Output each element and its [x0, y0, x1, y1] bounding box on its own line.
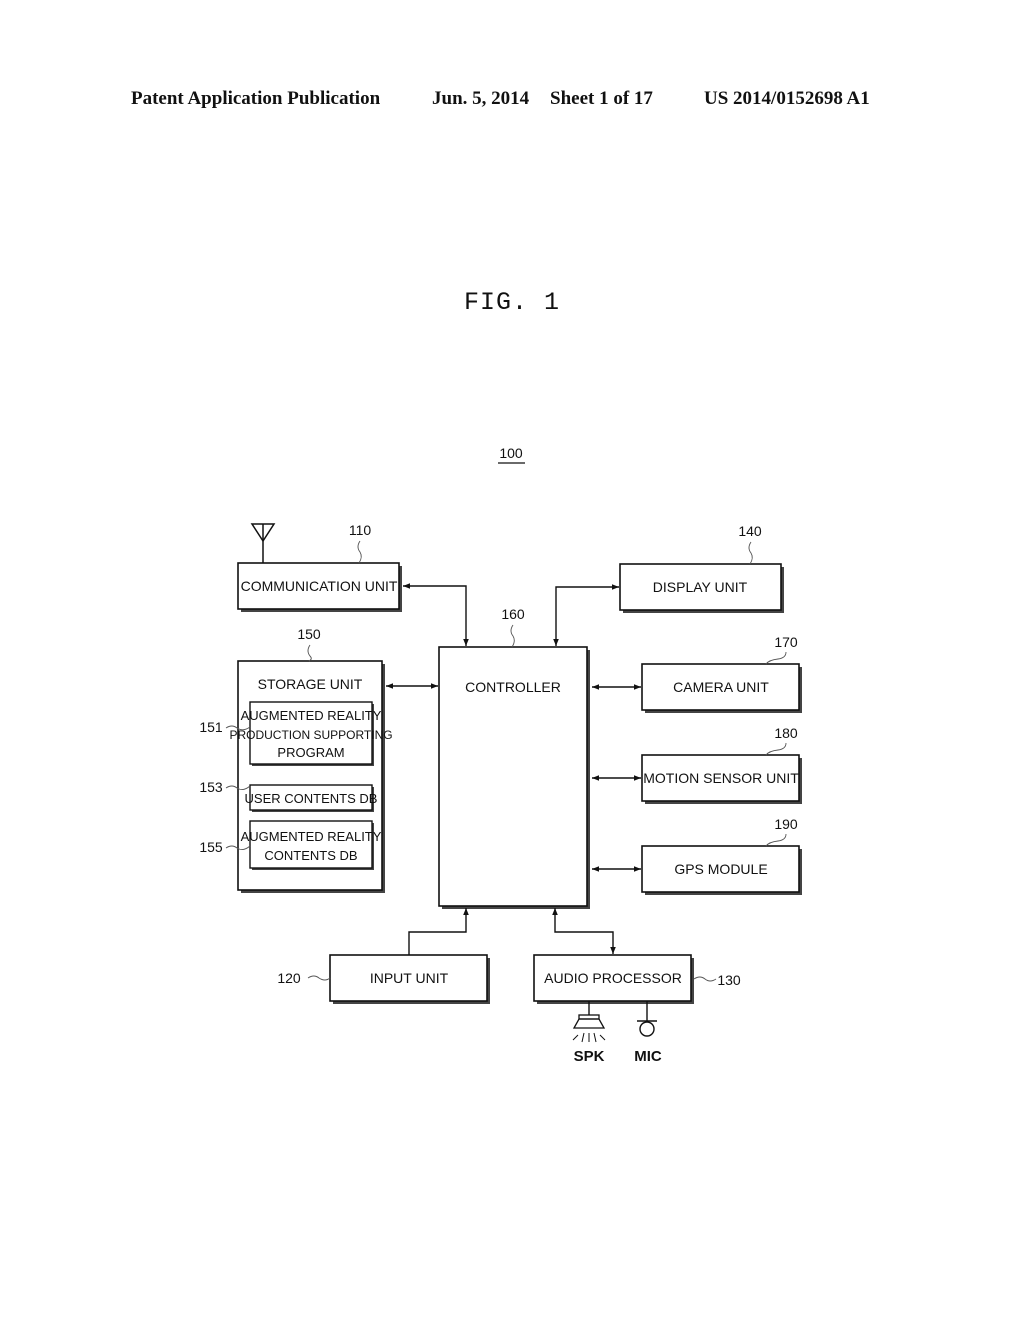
ar-contents-db-line1: AUGMENTED REALITY	[241, 829, 382, 844]
audio-processor-ref: 130	[717, 972, 741, 988]
user-contents-db-block: USER CONTENTS DB	[245, 784, 378, 812]
system-ref: 100	[499, 445, 523, 461]
leader-line	[357, 540, 362, 564]
ar-program-ref: 151	[199, 719, 223, 735]
gps-module-ref: 190	[774, 816, 798, 832]
block-diagram: 100 COMMUNICATION UNIT 110 DISPLAY UNIT …	[199, 445, 802, 1065]
user-contents-db-label: USER CONTENTS DB	[245, 791, 378, 806]
camera-unit-ref: 170	[774, 634, 798, 650]
storage-unit-label: STORAGE UNIT	[258, 676, 363, 692]
antenna-icon	[250, 523, 276, 563]
display-unit-ref: 140	[738, 523, 762, 539]
gps-module-block: GPS MODULE	[641, 845, 802, 895]
speaker-icon	[572, 1001, 606, 1043]
connector-input-controller	[408, 908, 469, 955]
ar-program-line1: AUGMENTED REALITY	[241, 708, 382, 723]
leader-line	[510, 624, 515, 648]
leader-line	[307, 975, 331, 981]
motion-sensor-unit-label: MOTION SENSOR UNIT	[643, 770, 799, 786]
user-contents-db-ref: 153	[199, 779, 223, 795]
gps-module-label: GPS MODULE	[674, 861, 767, 877]
communication-unit-ref: 110	[349, 522, 372, 538]
motion-sensor-unit-block: MOTION SENSOR UNIT	[641, 754, 802, 804]
leader-line	[765, 742, 787, 756]
display-unit-block: DISPLAY UNIT	[619, 563, 784, 613]
motion-sensor-unit-ref: 180	[774, 725, 798, 741]
ar-contents-db-block: AUGMENTED REALITY CONTENTS DB	[241, 820, 382, 870]
ar-program-line3: PROGRAM	[277, 745, 344, 760]
ar-contents-db-ref: 155	[199, 839, 223, 855]
microphone-icon	[637, 1001, 657, 1037]
connector-comm-controller	[403, 583, 469, 646]
leader-line	[748, 541, 753, 565]
microphone-label: MIC	[634, 1048, 662, 1065]
storage-unit-ref: 150	[297, 626, 321, 642]
connector-display-controller	[553, 584, 619, 646]
input-unit-label: INPUT UNIT	[370, 970, 449, 986]
camera-unit-label: CAMERA UNIT	[673, 679, 769, 695]
controller-label: CONTROLLER	[465, 679, 561, 695]
input-unit-ref: 120	[277, 970, 301, 986]
leader-line	[765, 833, 787, 847]
leader-line	[307, 644, 312, 662]
controller-ref: 160	[501, 606, 525, 622]
communication-unit-label: COMMUNICATION UNIT	[241, 578, 398, 594]
leader-line	[693, 976, 717, 982]
leader-line	[765, 651, 787, 665]
display-unit-label: DISPLAY UNIT	[653, 579, 748, 595]
controller-block: CONTROLLER	[438, 646, 590, 909]
input-unit-block: INPUT UNIT	[329, 954, 490, 1004]
camera-unit-block: CAMERA UNIT	[641, 663, 802, 713]
audio-processor-label: AUDIO PROCESSOR	[544, 970, 682, 986]
communication-unit-block: COMMUNICATION UNIT	[237, 562, 402, 612]
ar-program-line2: PRODUCTION SUPPORTING	[229, 728, 392, 742]
audio-processor-block: AUDIO PROCESSOR	[533, 954, 694, 1004]
ar-contents-db-line2: CONTENTS DB	[264, 848, 357, 863]
speaker-label: SPK	[574, 1048, 605, 1065]
connector-controller-audio	[552, 908, 616, 954]
ar-production-program-block: AUGMENTED REALITY PRODUCTION SUPPORTING …	[229, 701, 393, 766]
